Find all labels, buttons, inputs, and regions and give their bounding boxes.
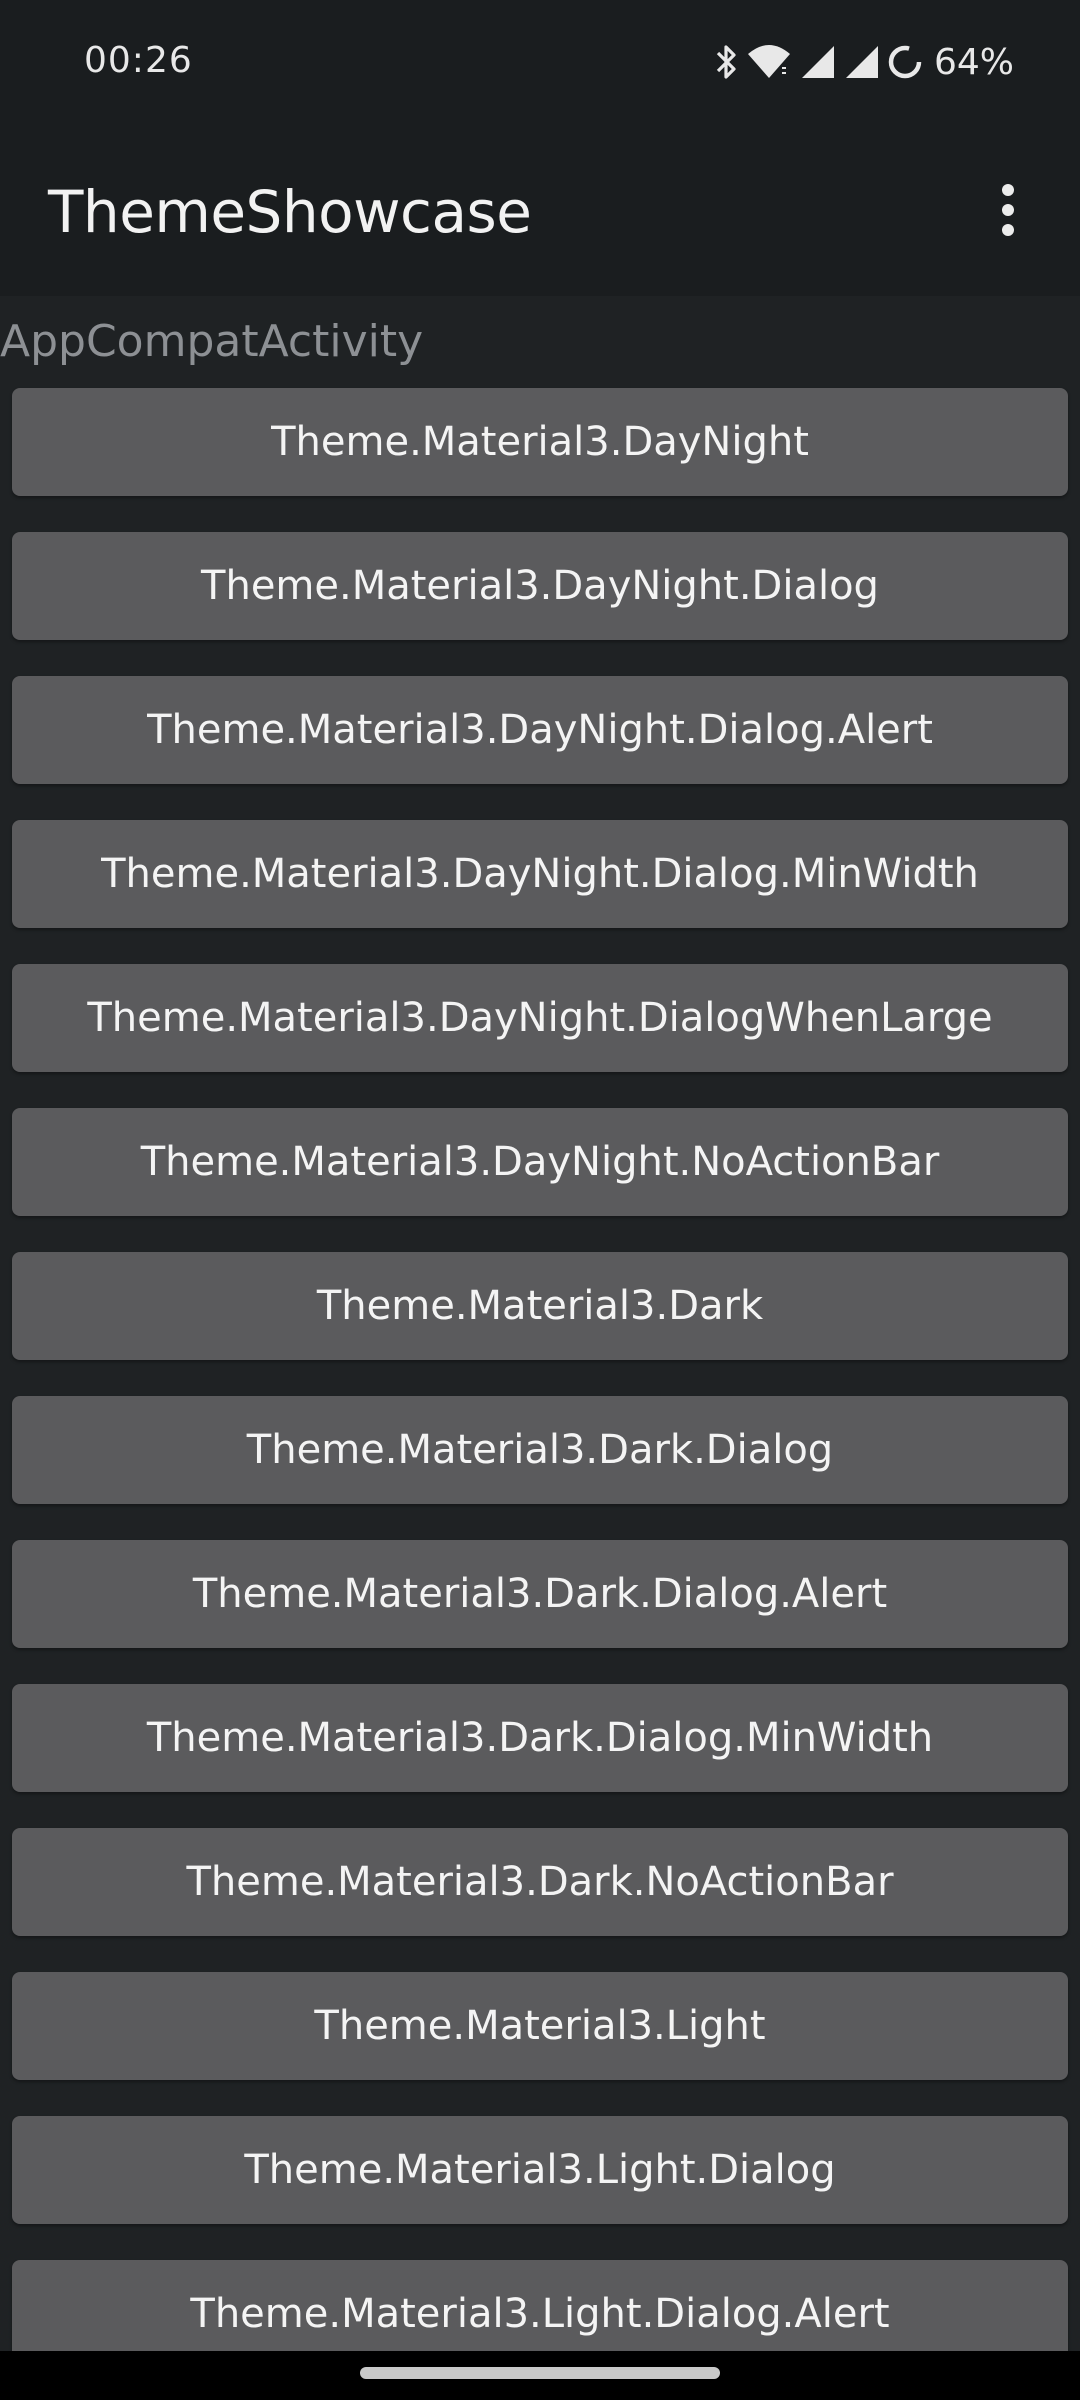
- theme-button[interactable]: Theme.Material3.DayNight.Dialog.Alert: [12, 676, 1068, 784]
- gesture-nav-bar: [0, 2351, 1080, 2400]
- section-header: AppCompatActivity: [0, 316, 424, 367]
- theme-button[interactable]: Theme.Material3.Light: [12, 1972, 1068, 2080]
- theme-button[interactable]: Theme.Material3.Dark: [12, 1252, 1068, 1360]
- theme-button-list: Theme.Material3.DayNight Theme.Material3…: [12, 388, 1068, 2351]
- theme-button[interactable]: Theme.Material3.DayNight.Dialog.MinWidth: [12, 820, 1068, 928]
- theme-button[interactable]: Theme.Material3.Light.Dialog.Alert: [12, 2260, 1068, 2351]
- signal-icon: [842, 42, 880, 82]
- status-icons: 64%: [714, 38, 1014, 86]
- status-bar: 00:26 64%: [0, 0, 1080, 128]
- theme-button[interactable]: Theme.Material3.DayNight.Dialog: [12, 532, 1068, 640]
- battery-saver-ring-icon: [886, 42, 924, 82]
- home-gesture-handle[interactable]: [360, 2367, 720, 2379]
- app-bar: ThemeShowcase: [0, 128, 1080, 296]
- theme-button[interactable]: Theme.Material3.Dark.Dialog: [12, 1396, 1068, 1504]
- theme-button[interactable]: Theme.Material3.Light.Dialog: [12, 2116, 1068, 2224]
- theme-button[interactable]: Theme.Material3.Dark.Dialog.MinWidth: [12, 1684, 1068, 1792]
- theme-button[interactable]: Theme.Material3.DayNight.DialogWhenLarge: [12, 964, 1068, 1072]
- theme-button[interactable]: Theme.Material3.DayNight.NoActionBar: [12, 1108, 1068, 1216]
- more-vert-icon: [998, 183, 1018, 241]
- signal-icon: [798, 42, 836, 82]
- status-time: 00:26: [84, 40, 193, 81]
- theme-list-screen: AppCompatActivity Theme.Material3.DayNig…: [0, 296, 1080, 2351]
- wifi-icon: [746, 42, 792, 82]
- theme-button[interactable]: Theme.Material3.Dark.NoActionBar: [12, 1828, 1068, 1936]
- overflow-menu-button[interactable]: [966, 170, 1050, 254]
- theme-button[interactable]: Theme.Material3.Dark.Dialog.Alert: [12, 1540, 1068, 1648]
- bluetooth-icon: [714, 42, 740, 82]
- app-title: ThemeShowcase: [48, 178, 532, 246]
- theme-button[interactable]: Theme.Material3.DayNight: [12, 388, 1068, 496]
- battery-percentage: 64%: [933, 41, 1014, 83]
